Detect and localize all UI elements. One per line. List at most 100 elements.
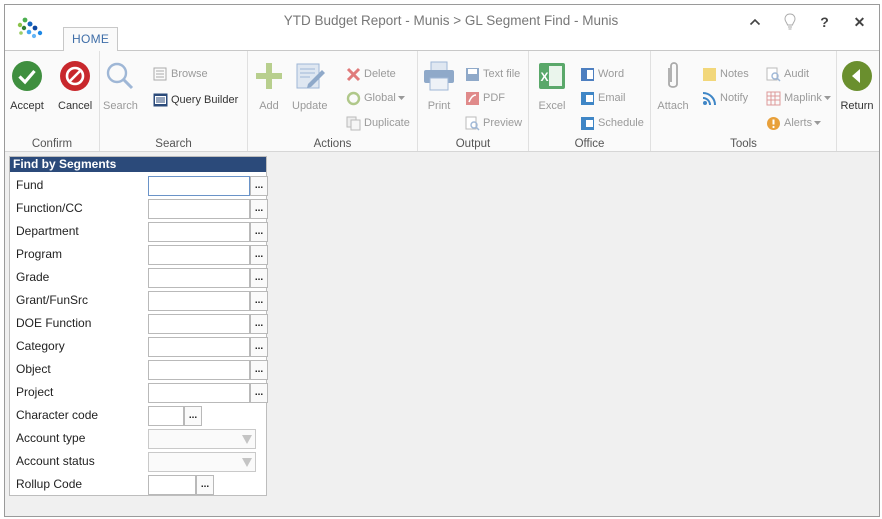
duplicate-button[interactable]: Duplicate xyxy=(345,114,410,132)
browse-button[interactable]: Browse xyxy=(152,65,208,83)
global-button[interactable]: Global xyxy=(345,89,405,107)
doe-function-input[interactable] xyxy=(148,314,250,334)
ribbon: Accept Cancel Confirm Search Browse Quer… xyxy=(5,50,879,152)
tools-group: Attach Notes Notify Audit Maplink Alerts… xyxy=(651,51,837,151)
attach-button[interactable]: Attach xyxy=(656,59,690,112)
alerts-button[interactable]: Alerts xyxy=(765,114,822,132)
preview-button[interactable]: Preview xyxy=(464,114,522,132)
field-row-function-cc: Function/CC ... xyxy=(10,197,268,220)
notes-button[interactable]: Notes xyxy=(701,65,749,83)
chevron-up-icon xyxy=(749,18,760,26)
category-input[interactable] xyxy=(148,337,250,357)
panel-title: Find by Segments xyxy=(10,157,266,172)
pdf-icon xyxy=(464,90,480,106)
cancel-button[interactable]: Cancel xyxy=(58,59,92,112)
program-input[interactable] xyxy=(148,245,250,265)
title-bar: HOME YTD Budget Report - Munis > GL Segm… xyxy=(5,5,879,51)
rollup-code-input[interactable] xyxy=(148,475,196,495)
duplicate-icon xyxy=(345,115,361,131)
function-cc-input[interactable] xyxy=(148,199,250,219)
fund-lookup-button[interactable]: ... xyxy=(250,176,268,196)
schedule-icon xyxy=(579,115,595,131)
actions-group-label: Actions xyxy=(313,138,352,150)
tips-button[interactable] xyxy=(772,9,807,35)
object-input[interactable] xyxy=(148,360,250,380)
grant-funsrc-input[interactable] xyxy=(148,291,250,311)
project-input[interactable] xyxy=(148,383,250,403)
function-cc-label: Function/CC xyxy=(16,201,83,215)
schedule-label: Schedule xyxy=(598,117,644,129)
account-status-label: Account status xyxy=(16,454,95,468)
notify-button[interactable]: Notify xyxy=(701,89,748,107)
update-edit-icon xyxy=(293,59,327,93)
update-button[interactable]: Update xyxy=(292,59,327,112)
function-cc-lookup-button[interactable]: ... xyxy=(250,199,268,219)
browse-icon xyxy=(152,66,168,82)
cancel-label: Cancel xyxy=(58,100,93,112)
email-icon xyxy=(579,90,595,106)
character-code-input[interactable] xyxy=(148,406,184,426)
accept-button[interactable]: Accept xyxy=(10,59,44,112)
notify-label: Notify xyxy=(720,92,749,104)
query-builder-label: Query Builder xyxy=(171,94,239,106)
object-lookup-button[interactable]: ... xyxy=(250,360,268,380)
tab-home[interactable]: HOME xyxy=(63,27,119,51)
delete-x-icon xyxy=(345,66,361,82)
account-type-select[interactable] xyxy=(148,429,256,449)
email-button[interactable]: Email xyxy=(579,89,626,107)
add-plus-icon xyxy=(252,59,286,93)
query-builder-button[interactable]: Query Builder xyxy=(152,91,238,109)
field-row-grant-funsrc: Grant/FunSrc ... xyxy=(10,289,268,312)
text-file-label: Text file xyxy=(483,68,521,80)
confirm-group-label: Confirm xyxy=(31,138,73,150)
audit-icon xyxy=(765,66,781,82)
collapse-ribbon-button[interactable] xyxy=(737,9,772,35)
output-group: Print Text file PDF Preview Output xyxy=(418,51,529,151)
fund-input[interactable] xyxy=(148,176,250,196)
print-label: Print xyxy=(427,100,451,112)
rollup-code-lookup-button[interactable]: ... xyxy=(196,475,214,495)
project-lookup-button[interactable]: ... xyxy=(250,383,268,403)
department-label: Department xyxy=(16,224,79,238)
confirm-group: Accept Cancel Confirm xyxy=(5,51,100,151)
query-builder-icon xyxy=(152,92,168,108)
maplink-label: Maplink xyxy=(784,92,822,104)
text-file-button[interactable]: Text file xyxy=(464,65,520,83)
office-group-label: Office xyxy=(574,138,605,150)
close-button[interactable]: ✕ xyxy=(842,9,877,35)
search-group-label: Search xyxy=(155,138,192,150)
field-row-doe-function: DOE Function ... xyxy=(10,312,268,335)
search-button[interactable]: Search xyxy=(103,59,138,112)
category-lookup-button[interactable]: ... xyxy=(250,337,268,357)
maplink-button[interactable]: Maplink xyxy=(765,89,831,107)
grade-input[interactable] xyxy=(148,268,250,288)
pdf-button[interactable]: PDF xyxy=(464,89,505,107)
return-button[interactable]: Return xyxy=(840,59,874,112)
word-button[interactable]: Word xyxy=(579,65,624,83)
delete-button[interactable]: Delete xyxy=(345,65,396,83)
program-lookup-button[interactable]: ... xyxy=(250,245,268,265)
paperclip-icon xyxy=(656,59,690,93)
excel-button[interactable]: X Excel xyxy=(535,59,569,112)
notes-icon xyxy=(701,66,717,82)
chevron-down-icon xyxy=(242,458,252,467)
grade-lookup-button[interactable]: ... xyxy=(250,268,268,288)
field-row-rollup-code: Rollup Code ... xyxy=(10,473,266,496)
help-button[interactable]: ? xyxy=(807,9,842,35)
preview-label: Preview xyxy=(483,117,523,129)
doe-function-lookup-button[interactable]: ... xyxy=(250,314,268,334)
print-button[interactable]: Print xyxy=(422,59,456,112)
audit-button[interactable]: Audit xyxy=(765,65,809,83)
pdf-label: PDF xyxy=(483,92,505,104)
character-code-lookup-button[interactable]: ... xyxy=(184,406,202,426)
account-status-select[interactable] xyxy=(148,452,256,472)
doe-function-label: DOE Function xyxy=(16,316,92,330)
schedule-button[interactable]: Schedule xyxy=(579,114,644,132)
preview-icon xyxy=(464,115,480,131)
add-button[interactable]: Add xyxy=(252,59,286,112)
grant-funsrc-lookup-button[interactable]: ... xyxy=(250,291,268,311)
search-icon xyxy=(103,59,137,93)
department-input[interactable] xyxy=(148,222,250,242)
department-lookup-button[interactable]: ... xyxy=(250,222,268,242)
accept-check-icon xyxy=(10,59,44,93)
